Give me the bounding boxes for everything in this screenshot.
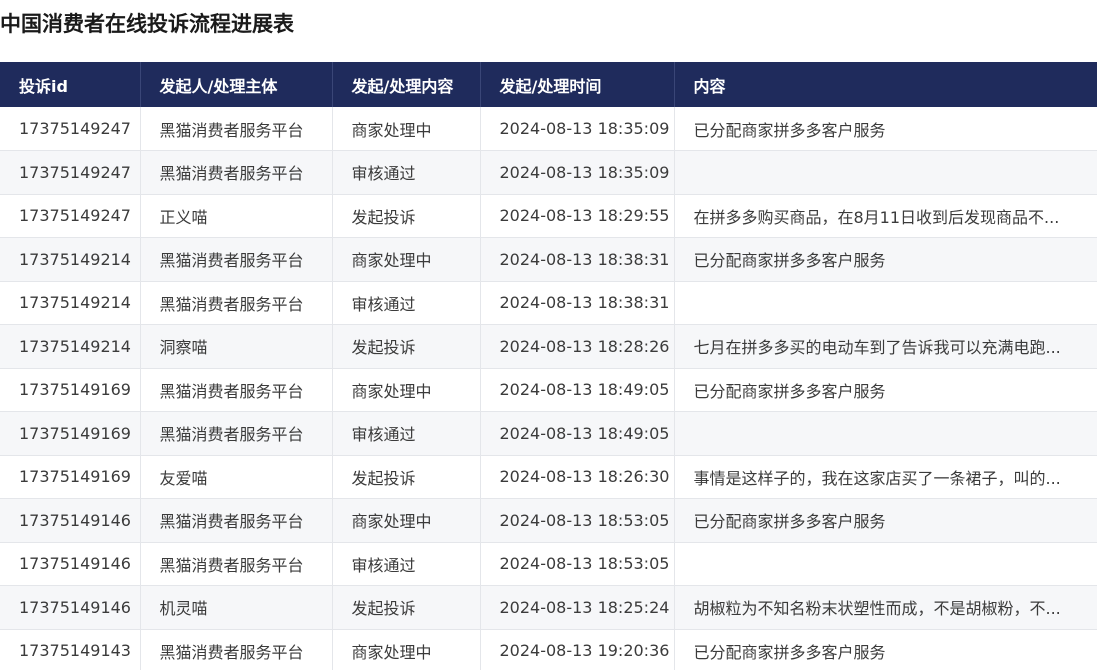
cell-actor: 黑猫消费者服务平台	[140, 281, 333, 325]
column-header-id[interactable]: 投诉id	[0, 62, 141, 107]
cell-action: 商家处理中	[332, 237, 481, 282]
table-row[interactable]: 17375149146 黑猫消费者服务平台 审核通过 2024-08-13 18:53…	[0, 542, 1097, 586]
cell-action: 审核通过	[332, 281, 481, 325]
header-row: 投诉id 发起人/处理主体 发起/处理内容 发起/处理时间 内容	[0, 62, 1097, 107]
cell-content	[674, 542, 1097, 586]
cell-time: 2024-08-13 18:53:05	[480, 542, 675, 586]
cell-actor: 洞察喵	[140, 324, 333, 369]
cell-action: 审核通过	[332, 542, 481, 586]
table-header: 投诉id 发起人/处理主体 发起/处理内容 发起/处理时间 内容	[0, 62, 1097, 107]
cell-content	[674, 411, 1097, 456]
cell-time: 2024-08-13 18:49:05	[480, 368, 675, 412]
cell-actor: 正义喵	[140, 194, 333, 238]
cell-content	[674, 150, 1097, 195]
cell-time: 2024-08-13 18:25:24	[480, 585, 675, 630]
table-row[interactable]: 17375149214 黑猫消费者服务平台 商家处理中 2024-08-13 18:3…	[0, 237, 1097, 282]
cell-action: 商家处理中	[332, 498, 481, 543]
column-header-action[interactable]: 发起/处理内容	[332, 62, 481, 107]
cell-complaint-id: 17375149169	[0, 455, 141, 499]
cell-complaint-id: 17375149247	[0, 107, 141, 151]
cell-action: 发起投诉	[332, 455, 481, 499]
table-row[interactable]: 17375149143 黑猫消费者服务平台 商家处理中 2024-08-13 19:2…	[0, 629, 1097, 670]
table-row[interactable]: 17375149169 黑猫消费者服务平台 审核通过 2024-08-13 18:49…	[0, 411, 1097, 456]
table-row[interactable]: 17375149146 黑猫消费者服务平台 商家处理中 2024-08-13 18:5…	[0, 498, 1097, 543]
cell-content: 已分配商家拼多多客户服务	[674, 629, 1097, 670]
cell-content	[674, 281, 1097, 325]
cell-content: 在拼多多购买商品，在8月11日收到后发现商品不...	[674, 194, 1097, 238]
cell-time: 2024-08-13 18:35:09	[480, 150, 675, 195]
cell-action: 审核通过	[332, 150, 481, 195]
cell-actor: 黑猫消费者服务平台	[140, 542, 333, 586]
cell-complaint-id: 17375149214	[0, 281, 141, 325]
cell-actor: 黑猫消费者服务平台	[140, 498, 333, 543]
cell-complaint-id: 17375149169	[0, 411, 141, 456]
cell-action: 审核通过	[332, 411, 481, 456]
cell-actor: 黑猫消费者服务平台	[140, 107, 333, 151]
cell-actor: 黑猫消费者服务平台	[140, 368, 333, 412]
column-header-actor[interactable]: 发起人/处理主体	[140, 62, 333, 107]
cell-content: 胡椒粒为不知名粉末状塑性而成，不是胡椒粉，不...	[674, 585, 1097, 630]
cell-complaint-id: 17375149247	[0, 150, 141, 195]
column-header-content[interactable]: 内容	[674, 62, 1097, 107]
cell-complaint-id: 17375149169	[0, 368, 141, 412]
cell-time: 2024-08-13 18:26:30	[480, 455, 675, 499]
cell-time: 2024-08-13 18:28:26	[480, 324, 675, 369]
cell-action: 发起投诉	[332, 585, 481, 630]
cell-time: 2024-08-13 18:49:05	[480, 411, 675, 456]
cell-time: 2024-08-13 18:38:31	[480, 281, 675, 325]
table-row[interactable]: 17375149146 机灵喵 发起投诉 2024-08-13 18:25:24 胡椒粒…	[0, 585, 1097, 630]
cell-content: 已分配商家拼多多客户服务	[674, 368, 1097, 412]
cell-action: 发起投诉	[332, 194, 481, 238]
table-row[interactable]: 17375149247 正义喵 发起投诉 2024-08-13 18:29:55 在拼多…	[0, 194, 1097, 238]
cell-actor: 黑猫消费者服务平台	[140, 629, 333, 670]
cell-time: 2024-08-13 18:29:55	[480, 194, 675, 238]
cell-time: 2024-08-13 19:20:36	[480, 629, 675, 670]
cell-content: 已分配商家拼多多客户服务	[674, 107, 1097, 151]
complaint-progress-table: 投诉id 发起人/处理主体 发起/处理内容 发起/处理时间 内容 1737514…	[0, 62, 1097, 670]
page: 中国消费者在线投诉流程进展表 投诉id 发起人/处理主体 发起/处理内容 发起/…	[0, 0, 1097, 670]
cell-complaint-id: 17375149146	[0, 585, 141, 630]
cell-complaint-id: 17375149214	[0, 237, 141, 282]
cell-content: 已分配商家拼多多客户服务	[674, 498, 1097, 543]
column-header-time[interactable]: 发起/处理时间	[480, 62, 675, 107]
cell-action: 商家处理中	[332, 107, 481, 151]
cell-content: 已分配商家拼多多客户服务	[674, 237, 1097, 282]
cell-actor: 黑猫消费者服务平台	[140, 411, 333, 456]
table-row[interactable]: 17375149214 洞察喵 发起投诉 2024-08-13 18:28:26 七月在…	[0, 324, 1097, 369]
cell-action: 商家处理中	[332, 368, 481, 412]
cell-complaint-id: 17375149143	[0, 629, 141, 670]
cell-actor: 友爱喵	[140, 455, 333, 499]
cell-action: 商家处理中	[332, 629, 481, 670]
cell-actor: 机灵喵	[140, 585, 333, 630]
page-title: 中国消费者在线投诉流程进展表	[0, 12, 294, 36]
table-row[interactable]: 17375149169 黑猫消费者服务平台 商家处理中 2024-08-13 18:4…	[0, 368, 1097, 412]
cell-content: 七月在拼多多买的电动车到了告诉我可以充满电跑...	[674, 324, 1097, 369]
cell-complaint-id: 17375149214	[0, 324, 141, 369]
cell-time: 2024-08-13 18:38:31	[480, 237, 675, 282]
table-row[interactable]: 17375149214 黑猫消费者服务平台 审核通过 2024-08-13 18:38…	[0, 281, 1097, 325]
cell-time: 2024-08-13 18:35:09	[480, 107, 675, 151]
cell-complaint-id: 17375149146	[0, 498, 141, 543]
table-row[interactable]: 17375149247 黑猫消费者服务平台 商家处理中 2024-08-13 18:3…	[0, 107, 1097, 151]
cell-actor: 黑猫消费者服务平台	[140, 237, 333, 282]
cell-time: 2024-08-13 18:53:05	[480, 498, 675, 543]
cell-complaint-id: 17375149247	[0, 194, 141, 238]
cell-action: 发起投诉	[332, 324, 481, 369]
cell-complaint-id: 17375149146	[0, 542, 141, 586]
table-row[interactable]: 17375149169 友爱喵 发起投诉 2024-08-13 18:26:30 事情是…	[0, 455, 1097, 499]
table-body: 17375149247 黑猫消费者服务平台 商家处理中 2024-08-13 18:3…	[0, 107, 1097, 670]
cell-content: 事情是这样子的，我在这家店买了一条裙子，叫的...	[674, 455, 1097, 499]
table-row[interactable]: 17375149247 黑猫消费者服务平台 审核通过 2024-08-13 18:35…	[0, 150, 1097, 195]
cell-actor: 黑猫消费者服务平台	[140, 150, 333, 195]
